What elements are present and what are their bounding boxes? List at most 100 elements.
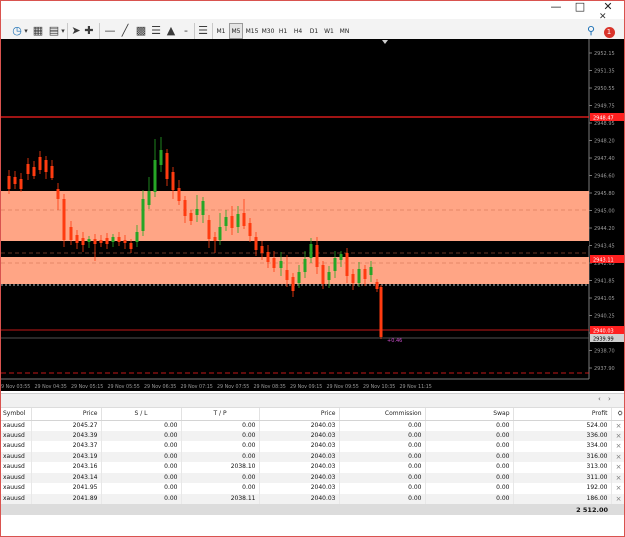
bullish-candle[interactable] [218,227,222,240]
bearish-candle[interactable] [183,200,187,216]
bullish-candle[interactable] [333,258,337,271]
bearish-candle[interactable] [62,199,66,240]
maximize-icon[interactable]: □ [567,1,593,15]
bearish-candle[interactable] [315,245,319,267]
bullish-candle[interactable] [147,191,151,205]
timeframe-m1[interactable]: M1 [214,23,228,39]
bearish-candle[interactable] [56,189,60,199]
bullish-candle[interactable] [159,150,163,165]
bearish-candle[interactable] [260,246,264,253]
bearish-candle[interactable] [248,223,252,236]
bearish-candle[interactable] [50,166,54,178]
notification-icon[interactable]: 1 [601,23,617,39]
bearish-candle[interactable] [379,287,383,337]
position-row[interactable]: xauusd 2041.95 0.00 0.00 2040.03 0.00 0.00 192.… [1,483,624,494]
bearish-candle[interactable] [171,172,175,190]
bullish-candle[interactable] [111,237,115,242]
column-header-commission[interactable]: Commission [339,408,426,421]
close-position-icon[interactable]: × [611,451,624,462]
bearish-candle[interactable] [242,213,246,226]
bullish-candle[interactable] [141,199,145,231]
close-position-icon[interactable]: × [611,430,624,441]
bearish-candle[interactable] [321,265,325,284]
bullish-candle[interactable] [297,272,301,283]
bullish-candle[interactable] [327,272,331,280]
bearish-candle[interactable] [230,216,234,228]
position-row[interactable]: xauusd 2043.37 0.00 0.00 2040.03 0.00 0.00 334.… [1,441,624,452]
bearish-candle[interactable] [105,238,109,244]
chevron-down-icon[interactable]: ▾ [23,23,29,39]
bearish-candle[interactable] [351,274,355,283]
bullish-candle[interactable] [236,214,240,227]
timeframe-d1[interactable]: D1 [307,23,321,39]
bearish-candle[interactable] [345,253,349,276]
bearish-candle[interactable] [93,239,97,244]
close-position-icon[interactable]: × [611,472,624,483]
close-position-icon[interactable]: × [611,441,624,452]
timeframe-m15[interactable]: M15 [244,23,260,39]
bearish-candle[interactable] [291,277,295,291]
bullish-candle[interactable] [135,232,139,242]
position-row[interactable]: xauusd 2041.89 0.00 2038.11 2040.03 0.00 0.00 1… [1,493,624,504]
bearish-candle[interactable] [363,269,367,279]
bullish-candle[interactable] [357,269,361,283]
position-row[interactable]: xauusd 2045.27 0.00 0.00 2040.03 0.00 0.00 524.… [1,420,624,431]
bearish-candle[interactable] [189,213,193,221]
settings-icon[interactable]: ⛭ [618,410,623,417]
bullish-candle[interactable] [303,259,307,272]
bearish-candle[interactable] [75,235,79,243]
column-header-price[interactable]: Price [31,408,102,421]
arrow-right-icon[interactable]: › [608,395,611,403]
bearish-candle[interactable] [13,177,17,184]
rectangle-icon[interactable]: ▩ [134,23,148,39]
bullish-candle[interactable] [369,267,373,275]
bearish-candle[interactable] [69,227,73,240]
crosshair-icon[interactable]: ✚ [83,23,95,39]
bullish-candle[interactable] [339,254,343,260]
bearish-candle[interactable] [375,282,379,289]
bearish-candle[interactable] [272,258,276,268]
position-row[interactable]: xauusd 2043.39 0.00 0.00 2040.03 0.00 0.00 336.… [1,430,624,441]
bearish-candle[interactable] [177,188,181,201]
chevron-down-icon[interactable]: ▾ [60,23,66,39]
bearish-candle[interactable] [266,252,270,262]
bullish-candle[interactable] [279,261,283,268]
bullish-candle[interactable] [87,239,91,242]
bearish-candle[interactable] [165,153,169,179]
bullish-candle[interactable] [309,244,313,258]
cursor-icon[interactable]: ➤ [70,23,82,39]
timeframe-mn[interactable]: MN [337,23,352,39]
bullish-candle[interactable] [201,201,205,215]
timeframe-w1[interactable]: W1 [322,23,336,39]
price-chart[interactable]: 2952.15 2951.35 2950.55 2949.75 2948.95 2948.… [1,39,624,391]
bearish-candle[interactable] [99,240,103,243]
trend-line-icon[interactable]: ╱ [118,23,132,39]
period-separator-icon[interactable]: ☰ [196,23,210,39]
column-header-symbol[interactable]: Symbol [1,408,32,421]
bearish-candle[interactable] [38,157,42,170]
bearish-candle[interactable] [44,160,48,172]
position-row[interactable]: xauusd 2043.19 0.00 0.00 2040.03 0.00 0.00 316.… [1,451,624,462]
bearish-candle[interactable] [117,237,121,242]
chart-window-icon[interactable]: ▦ [31,23,45,39]
template-icon[interactable]: ▤ [47,23,61,39]
shapes-icon[interactable]: ▲ [164,23,178,39]
bearish-candle[interactable] [7,176,11,189]
arrow-left-icon[interactable]: ‹ [598,395,601,403]
column-header-sl[interactable]: S / L [101,408,182,421]
timeframe-m30[interactable]: M30 [260,23,276,39]
bearish-candle[interactable] [19,179,23,189]
position-row[interactable]: xauusd 2043.16 0.00 2038.10 2040.03 0.00 0.00 3… [1,462,624,473]
minimize-icon[interactable]: — [543,1,569,15]
bullish-candle[interactable] [153,160,157,192]
timeframe-m5[interactable]: M5 [229,23,243,39]
bearish-candle[interactable] [129,243,133,249]
settings-column[interactable]: ⛭ [611,408,624,421]
close-position-icon[interactable]: × [611,493,624,504]
bearish-candle[interactable] [32,167,36,176]
bearish-candle[interactable] [207,220,211,239]
close-position-icon[interactable]: × [611,420,624,431]
close-position-icon[interactable]: × [611,462,624,473]
bullish-candle[interactable] [224,217,228,226]
timeframe-h1[interactable]: H1 [276,23,290,39]
